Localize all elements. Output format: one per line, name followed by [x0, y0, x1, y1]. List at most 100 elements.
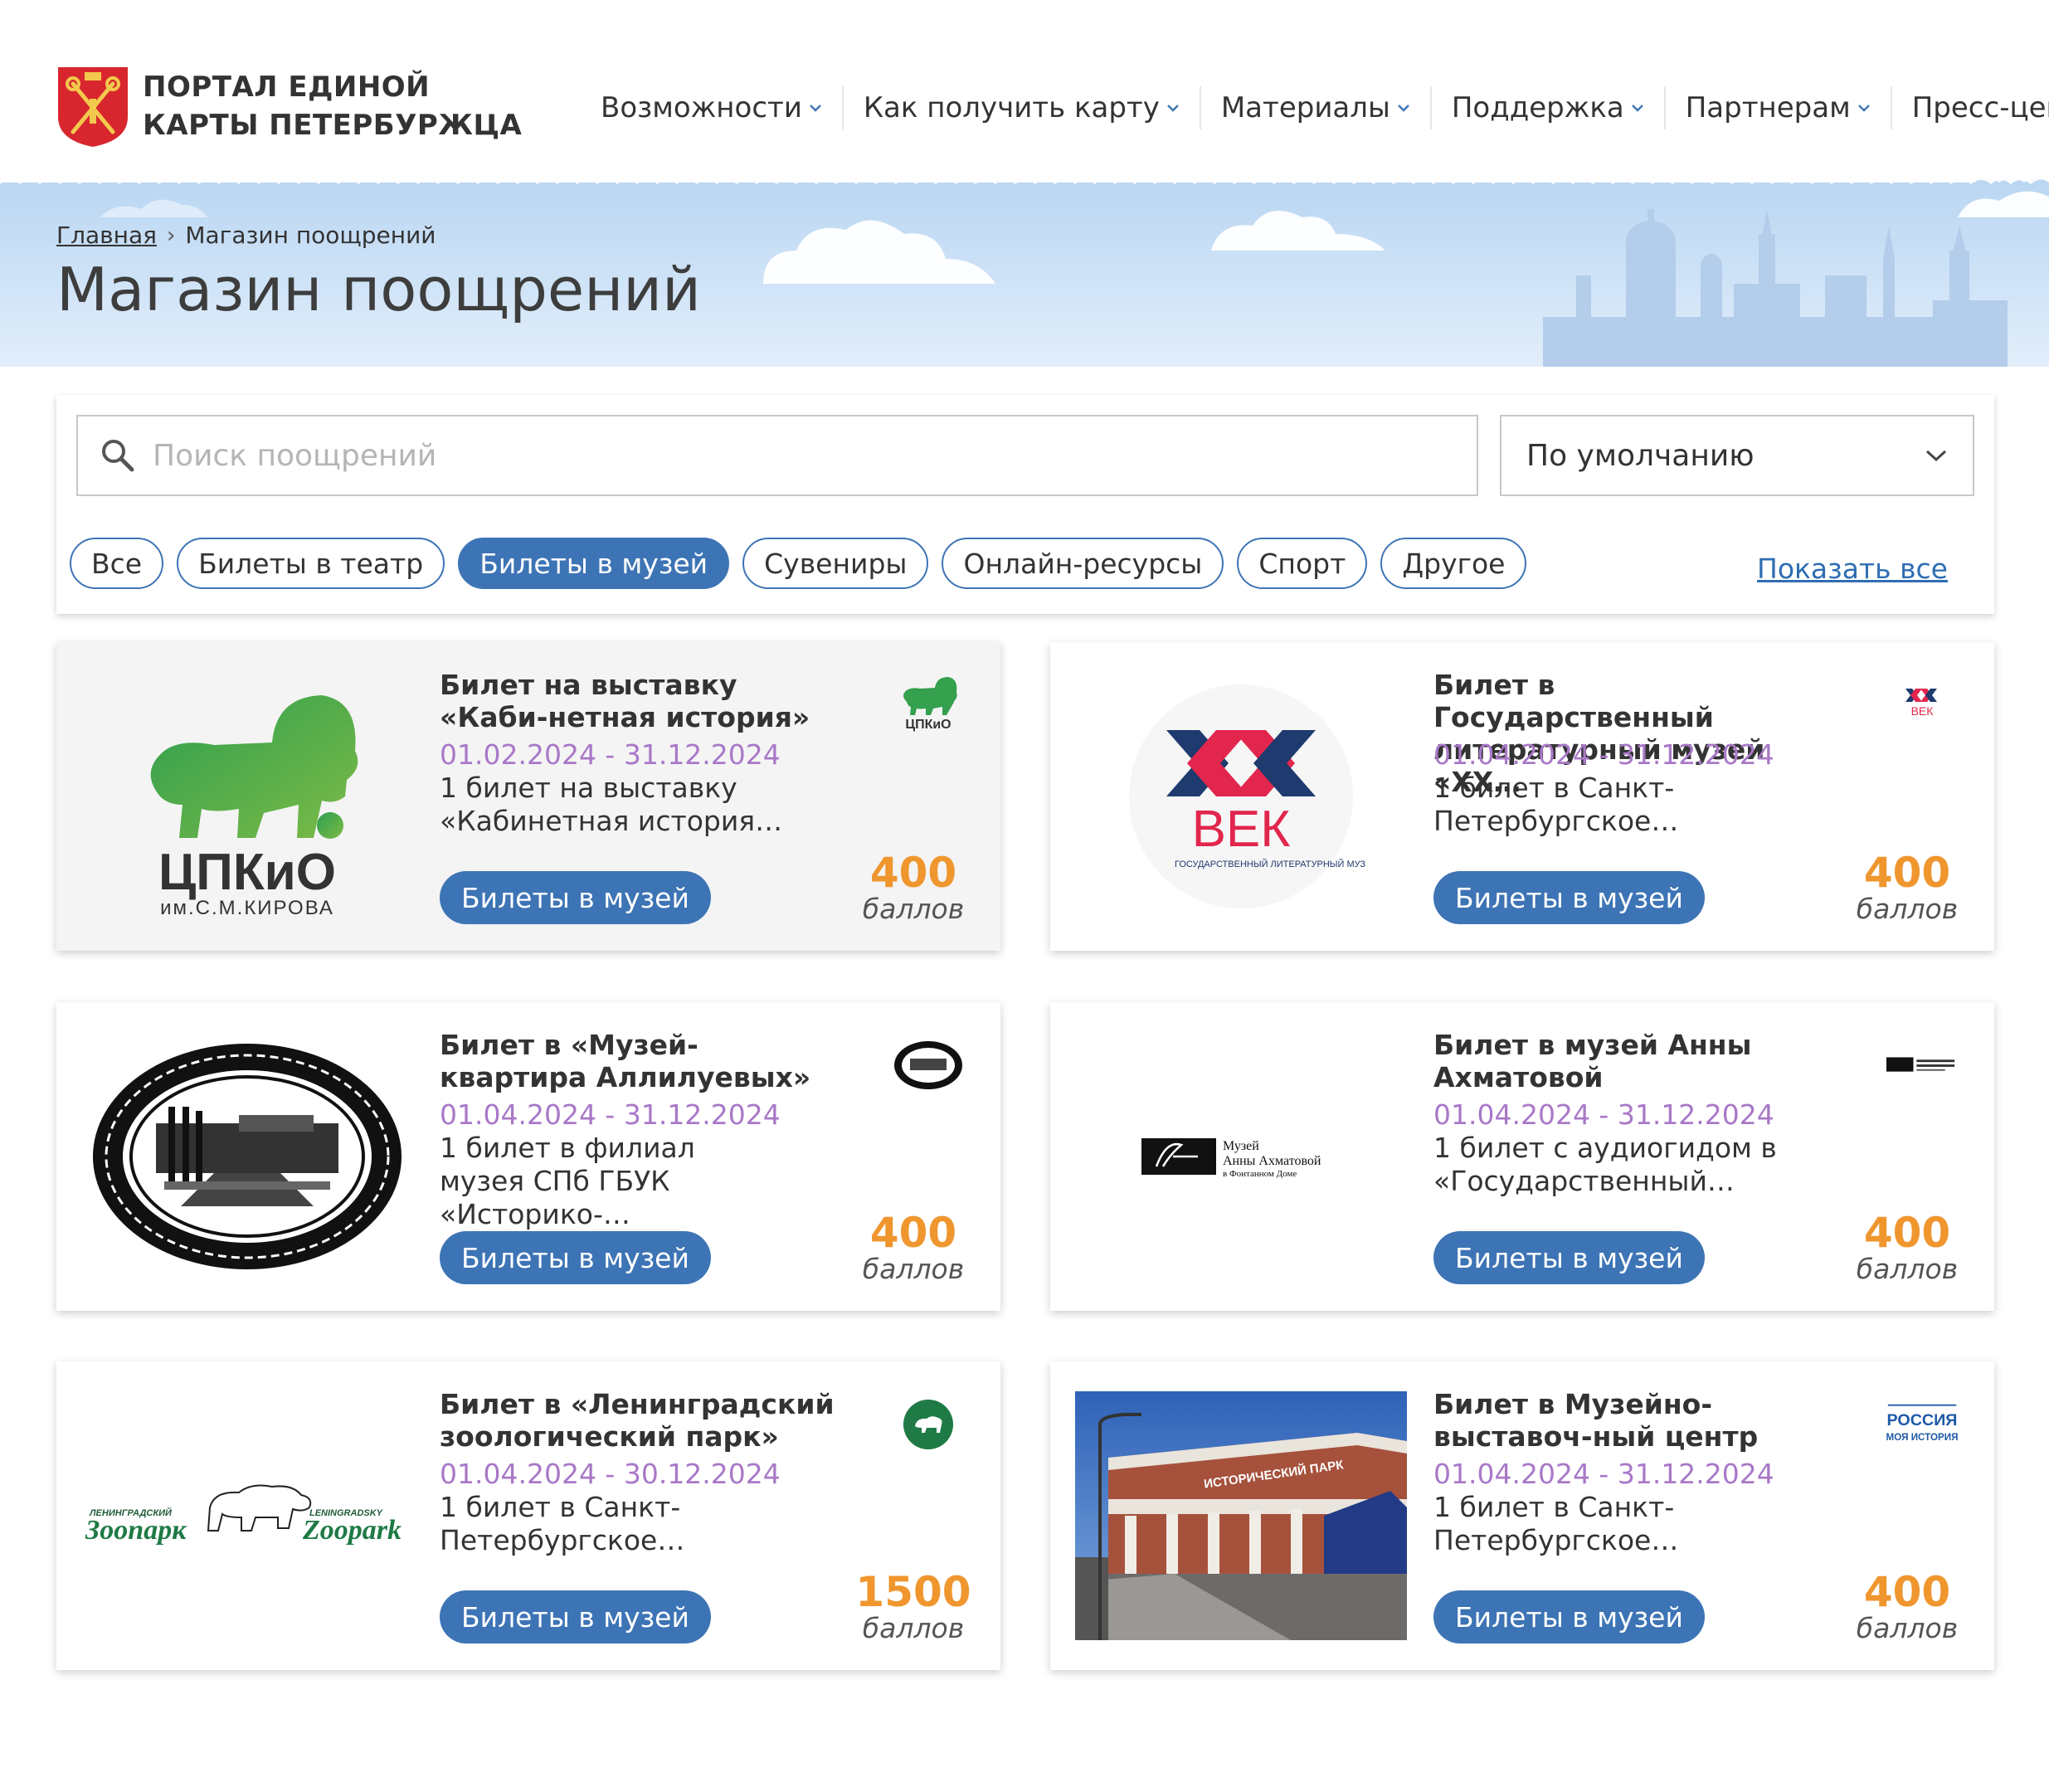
card-dates: 01.04.2024 - 31.12.2024 — [1433, 1458, 1774, 1490]
reward-card[interactable]: ЦПКиО им.С.М.КИРОВА Билет на выставку «К… — [56, 642, 1000, 951]
card-title: Билет на выставку «Каби-нетная история» — [440, 669, 810, 733]
category-button[interactable]: Билеты в музей — [1433, 1590, 1705, 1643]
chip-other[interactable]: Другое — [1380, 538, 1527, 589]
search-icon — [102, 440, 134, 472]
category-button[interactable]: Билеты в музей — [1433, 1231, 1705, 1284]
nav-label: Как получить карту — [863, 91, 1160, 124]
xx-vek-logo-subtext: ГОСУДАРСТВЕННЫЙ ЛИТЕРАТУРНЫЙ МУЗЕЙ — [1175, 859, 1365, 869]
historical-park-photo: ИСТОРИЧЕСКИЙ ПАРК — [1075, 1391, 1407, 1640]
card-description: 1 билет в Санкт-Петербургское… — [1433, 772, 1679, 837]
svg-text:ВЕК: ВЕК — [1911, 704, 1935, 718]
spb-emblem-icon[interactable] — [56, 66, 129, 149]
chip-theatre[interactable]: Билеты в театр — [177, 538, 445, 589]
nav-item-materials[interactable]: Материалы — [1201, 86, 1430, 129]
card-image: ИСТОРИЧЕСКИЙ ПАРК — [1075, 1386, 1407, 1645]
breadcrumb-chevron-icon: › — [166, 222, 176, 248]
points-label: баллов — [862, 893, 965, 925]
reward-card[interactable]: Билет в «Музей-квартира Аллилуевых» 01.0… — [56, 1002, 1000, 1311]
chevron-down-icon — [1166, 105, 1179, 112]
points-label: баллов — [1856, 893, 1959, 925]
breadcrumb-home-link[interactable]: Главная — [56, 222, 157, 249]
card-dates: 01.04.2024 - 30.12.2024 — [440, 1458, 781, 1490]
card-dates: 01.04.2024 - 31.12.2024 — [1433, 738, 1774, 771]
card-description: 1 билет на выставку «Кабинетная история… — [440, 772, 783, 837]
reward-card[interactable]: ВЕК ГОСУДАРСТВЕННЫЙ ЛИТЕРАТУРНЫЙ МУЗЕЙ Б… — [1050, 642, 1994, 951]
reward-card[interactable]: Музей Анны Ахматовой в Фонтанном Доме Би… — [1050, 1002, 1994, 1311]
chip-souvenirs[interactable]: Сувениры — [742, 538, 929, 589]
akhmatova-logo-line-3: в Фонтанном Доме — [1223, 1169, 1297, 1179]
nav-label: Возможности — [601, 91, 802, 124]
category-button[interactable]: Билеты в музей — [1433, 871, 1705, 924]
points-value: 400 — [1863, 849, 1951, 897]
reward-card[interactable]: ИСТОРИЧЕСКИЙ ПАРК Билет в Музейно-выстав… — [1050, 1361, 1994, 1670]
nav-item-support[interactable]: Поддержка — [1432, 86, 1664, 129]
category-button[interactable]: Билеты в музей — [440, 871, 711, 924]
alliluev-museum-logo — [93, 1044, 402, 1269]
akhmatova-mini-logo-icon — [1886, 1057, 1955, 1072]
sort-selected-value: По умолчанию — [1526, 438, 1755, 473]
search-box[interactable] — [76, 415, 1478, 496]
points-label: баллов — [862, 1612, 965, 1644]
filter-panel: По умолчанию Все Билеты в театр Билеты в… — [56, 395, 1994, 614]
card-title: Билет в музей Анны Ахматовой — [1433, 1029, 1752, 1093]
category-chips: Все Билеты в театр Билеты в музей Сувени… — [70, 538, 1540, 589]
nav-label: Материалы — [1220, 91, 1390, 124]
card-points: 400 баллов — [851, 851, 976, 924]
partner-mini-logo — [893, 1391, 964, 1458]
card-dates: 01.04.2024 - 31.12.2024 — [1433, 1098, 1774, 1131]
cpkio-logo: ЦПКиО им.С.М.КИРОВА — [150, 695, 358, 919]
chip-sport[interactable]: Спорт — [1237, 538, 1368, 589]
akhmatova-logo-line-2: Анны Ахматовой — [1223, 1154, 1321, 1168]
main-nav: Возможности Как получить карту Материалы… — [581, 86, 2049, 129]
akhmatova-museum-logo: Музей Анны Ахматовой в Фонтанном Доме — [1141, 1138, 1321, 1179]
alliluev-mini-logo-icon — [894, 1041, 962, 1089]
card-points: 400 баллов — [1845, 851, 1969, 924]
leningrad-zoo-logo: ЛЕНИНГРАДСКИЙ Зоопарк LENINGRADSKY Zoopa… — [85, 1484, 402, 1546]
chip-museum[interactable]: Билеты в музей — [458, 538, 730, 589]
reward-card[interactable]: ЛЕНИНГРАДСКИЙ Зоопарк LENINGRADSKY Zoopa… — [56, 1361, 1000, 1670]
xx-vek-logo-text: ВЕК — [1192, 801, 1291, 858]
category-button[interactable]: Билеты в музей — [440, 1231, 711, 1284]
nav-item-get-card[interactable]: Как получить карту — [844, 86, 1200, 129]
cpkio-logo-text: ЦПКиО — [158, 844, 336, 901]
partner-mini-logo: ЦПКиО — [893, 672, 964, 738]
breadcrumb-current: Магазин поощрений — [185, 222, 436, 249]
card-image: Музей Анны Ахматовой в Фонтанном Доме — [1075, 1027, 1407, 1286]
chip-online[interactable]: Онлайн-ресурсы — [942, 538, 1224, 589]
card-image: ЛЕНИНГРАДСКИЙ Зоопарк LENINGRADSKY Zoopa… — [81, 1386, 413, 1645]
card-points: 1500 баллов — [851, 1570, 976, 1643]
card-title: Билет в Музейно-выставоч-ный центр — [1433, 1388, 1759, 1453]
nav-item-partners[interactable]: Партнерам — [1666, 86, 1891, 129]
card-title: Билет в «Ленинградский зоологический пар… — [440, 1388, 835, 1453]
card-image: ВЕК ГОСУДАРСТВЕННЫЙ ЛИТЕРАТУРНЫЙ МУЗЕЙ — [1075, 667, 1407, 926]
nav-item-press[interactable]: Пресс-центр — [1892, 86, 2049, 129]
site-logo-text[interactable]: ПОРТАЛ ЕДИНОЙ КАРТЫ ПЕТЕРБУРЖЦА — [143, 68, 522, 144]
points-label: баллов — [1856, 1253, 1959, 1285]
chip-all[interactable]: Все — [70, 538, 164, 589]
xx-vek-logo: ВЕК ГОСУДАРСТВЕННЫЙ ЛИТЕРАТУРНЫЙ МУЗЕЙ — [1129, 684, 1365, 908]
card-points: 400 баллов — [851, 1211, 976, 1284]
site-header: ПОРТАЛ ЕДИНОЙ КАРТЫ ПЕТЕРБУРЖЦА Возможно… — [0, 0, 2049, 176]
search-input[interactable] — [151, 437, 1399, 474]
card-title: Билет в «Музей-квартира Аллилуевых» — [440, 1029, 811, 1093]
page-hero: Главная › Магазин поощрений Магазин поощ… — [0, 176, 2049, 367]
points-label: баллов — [1856, 1612, 1959, 1644]
chevron-down-icon — [810, 105, 821, 112]
nav-label: Пресс-центр — [1911, 91, 2049, 124]
points-value: 1500 — [855, 1568, 971, 1616]
show-all-link[interactable]: Показать все — [1757, 553, 1948, 585]
chevron-down-icon — [1925, 450, 1947, 462]
sort-select[interactable]: По умолчанию — [1500, 415, 1974, 496]
cpkio-logo-subtext: им.С.М.КИРОВА — [160, 897, 334, 919]
zoo-logo-left: Зоопарк — [85, 1515, 187, 1546]
page-title: Магазин поощрений — [56, 255, 701, 324]
card-points: 400 баллов — [1845, 1211, 1969, 1284]
card-description: 1 билет в филиал музея СПб ГБУК «Историк… — [440, 1132, 695, 1230]
nav-item-features[interactable]: Возможности — [581, 86, 842, 129]
logo-line-2: КАРТЫ ПЕТЕРБУРЖЦА — [143, 109, 523, 142]
card-image: ЦПКиО им.С.М.КИРОВА — [81, 667, 413, 926]
points-value: 400 — [869, 1209, 957, 1257]
partner-mini-logo — [893, 1032, 964, 1098]
category-button[interactable]: Билеты в музей — [440, 1590, 711, 1643]
card-dates: 01.02.2024 - 31.12.2024 — [440, 738, 781, 771]
